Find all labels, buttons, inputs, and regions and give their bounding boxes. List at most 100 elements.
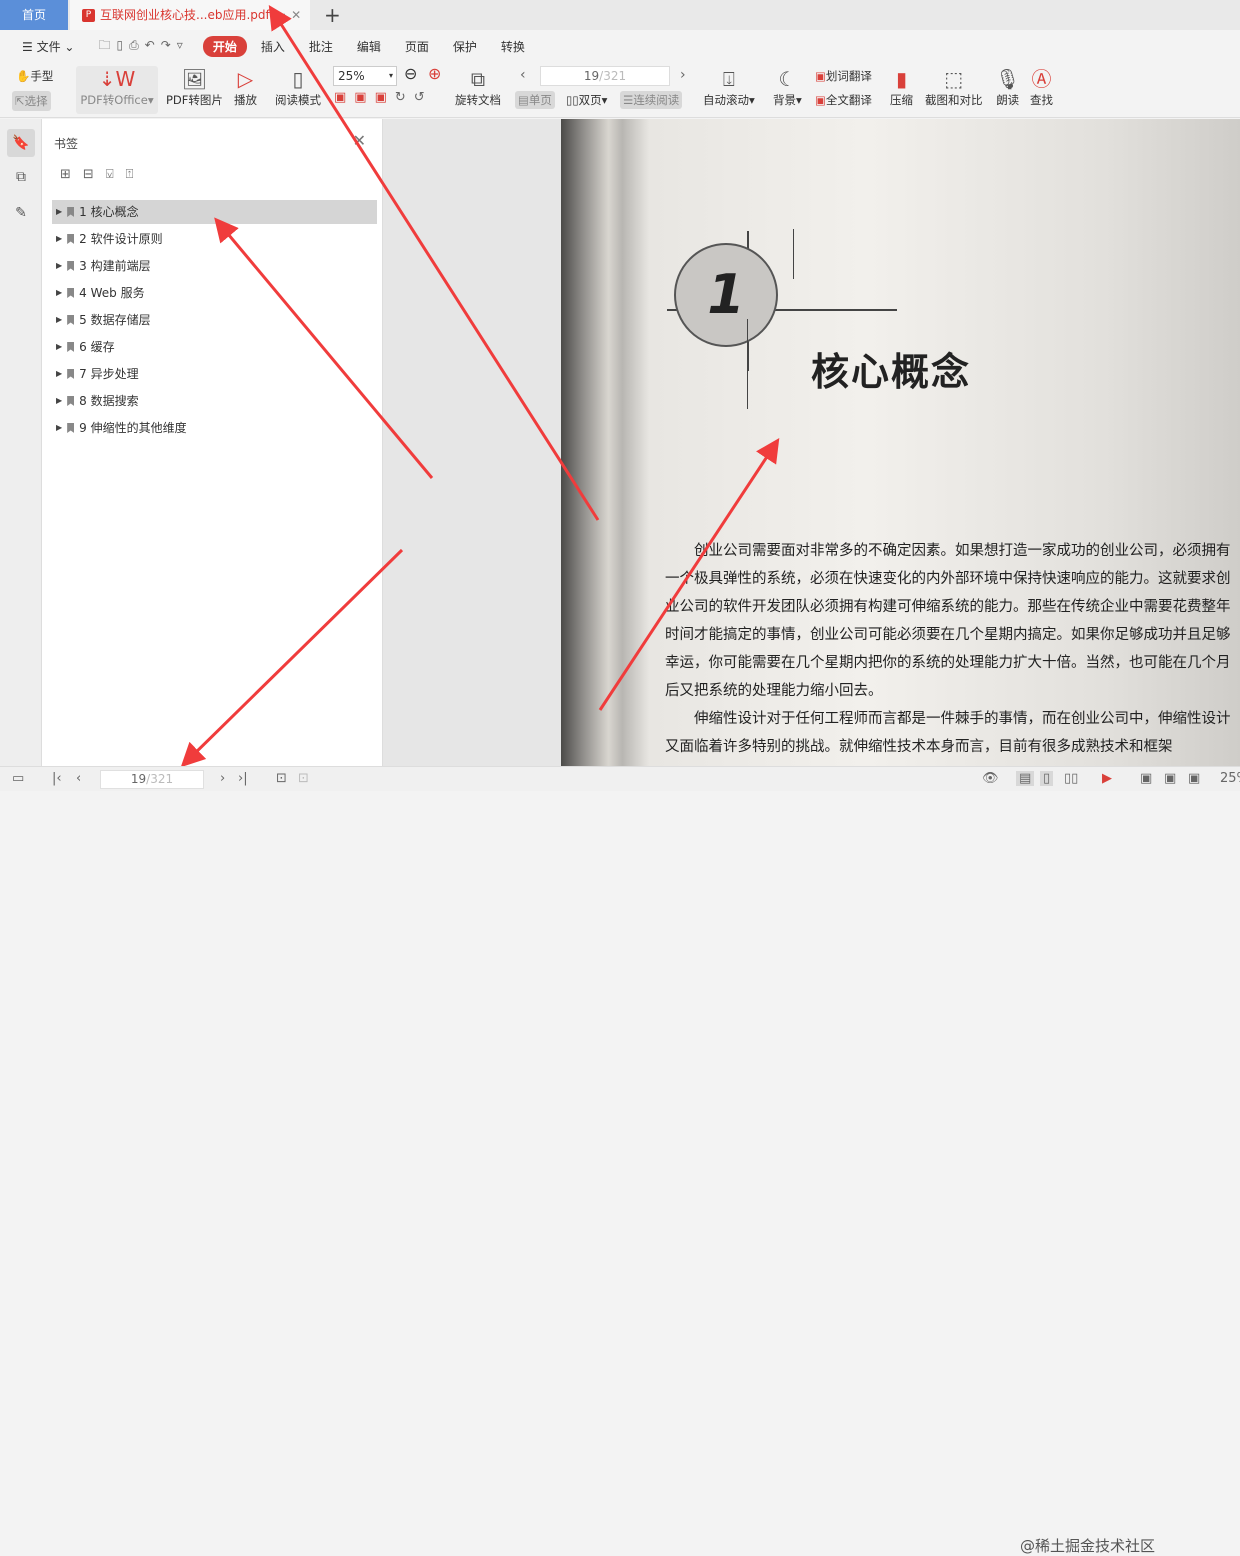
continuous-mode-icon[interactable]: ▤ bbox=[1016, 771, 1035, 786]
new-tab-button[interactable]: + bbox=[324, 3, 341, 27]
first-page-icon[interactable]: |‹ bbox=[52, 771, 62, 786]
continuous-read-button[interactable]: ☰连续阅读 bbox=[620, 91, 683, 109]
expand-icon[interactable]: ▶ bbox=[56, 254, 62, 278]
bookmark-icon bbox=[67, 288, 75, 298]
left-rail: 🔖 ⧉ ✎ bbox=[0, 119, 42, 766]
next-page-icon[interactable]: › bbox=[220, 771, 225, 786]
zoom-level[interactable]: 25% bbox=[1220, 771, 1240, 786]
expand-icon[interactable]: ▶ bbox=[56, 308, 62, 332]
bookmark-item[interactable]: ▶ 7 异步处理 bbox=[52, 362, 377, 386]
bookmark-item[interactable]: ▶ 9 伸缩性的其他维度 bbox=[52, 416, 377, 440]
menu-start[interactable]: 开始 bbox=[202, 35, 247, 57]
text-line: 业公司的软件开发团队必须拥有构建可伸缩系统的能力。那些在传统企业中需要花费整年 bbox=[665, 599, 1231, 615]
bookmark-icon bbox=[67, 207, 75, 217]
bookmark-item[interactable]: ▶ 1 核心概念 bbox=[52, 200, 377, 224]
back-icon[interactable]: ⊡ bbox=[276, 771, 287, 786]
bookmark-icon bbox=[67, 423, 75, 433]
word-icon: ⇣W bbox=[98, 67, 136, 91]
double-mode-icon[interactable]: ▯▯ bbox=[1064, 771, 1078, 786]
eye-protect-icon[interactable]: 👁 bbox=[982, 771, 999, 786]
screenshot-compare-button[interactable]: ⬚ 截图和对比 bbox=[925, 66, 983, 108]
rotate-document-button[interactable]: ⧉ 旋转文档 bbox=[455, 66, 501, 108]
tab-document[interactable]: P 互联网创业核心技...eb应用.pdf ▭ ✕ bbox=[70, 0, 310, 30]
last-page-icon[interactable]: ›| bbox=[238, 771, 248, 786]
menu-convert[interactable]: 转换 bbox=[491, 38, 535, 55]
full-translate-button[interactable]: ▣全文翻译 bbox=[815, 92, 872, 108]
panel-title: 书签 bbox=[54, 137, 79, 151]
bookmark-label: 8 数据搜索 bbox=[79, 394, 139, 408]
fit-page-icon[interactable]: ▣ bbox=[1164, 771, 1176, 786]
find-button[interactable]: Ⓐ 查找 bbox=[1030, 66, 1053, 108]
compress-button[interactable]: ▮ 压缩 bbox=[890, 66, 913, 108]
status-page-input[interactable]: 19/321 bbox=[100, 770, 204, 789]
zoom-in-icon[interactable]: ⊕ bbox=[428, 64, 441, 83]
text-line: 幸运，你可能需要在几个星期内把你的系统的处理能力扩大十倍。当然，也可能在几个月 bbox=[665, 655, 1231, 671]
bookmark-item[interactable]: ▶ 4 Web 服务 bbox=[52, 281, 377, 305]
expand-icon[interactable]: ▶ bbox=[56, 227, 62, 251]
fit-width-icon[interactable]: ▣ bbox=[1140, 771, 1152, 786]
menu-insert[interactable]: 插入 bbox=[251, 38, 295, 55]
add-bookmark-icon[interactable]: ⊞ bbox=[60, 167, 71, 182]
sidebar-toggle-icon[interactable]: ▭ bbox=[12, 771, 24, 786]
menu-page[interactable]: 页面 bbox=[395, 38, 439, 55]
bookmark-label: 5 数据存储层 bbox=[79, 313, 151, 327]
menu-protect[interactable]: 保护 bbox=[443, 38, 487, 55]
bookmark-add-icon[interactable]: ⍌ bbox=[106, 167, 114, 182]
single-mode-icon[interactable]: ▯ bbox=[1040, 771, 1054, 786]
zoom-out-icon[interactable]: ⊖ bbox=[404, 64, 417, 83]
page-number-input[interactable]: 19/321 bbox=[540, 66, 670, 86]
forward-icon[interactable]: ⊡ bbox=[298, 771, 309, 786]
bookmark-item[interactable]: ▶ 2 软件设计原则 bbox=[52, 227, 377, 251]
play-icon[interactable]: ▶ bbox=[1102, 771, 1112, 786]
quick-access-icons[interactable]: 🗀▯⎙↶↷▿ bbox=[88, 36, 198, 57]
single-page-button[interactable]: ▤单页 bbox=[515, 91, 555, 109]
bookmark-item[interactable]: ▶ 3 构建前端层 bbox=[52, 254, 377, 278]
pdf-to-office-button[interactable]: ⇣W PDF转Office▾ bbox=[76, 66, 158, 114]
expand-icon[interactable]: ▶ bbox=[56, 200, 62, 224]
double-page-button[interactable]: ▯▯双页▾ bbox=[566, 92, 607, 108]
bookmark-label: 1 核心概念 bbox=[79, 205, 139, 219]
file-menu[interactable]: ☰ 文件 ⌄ bbox=[12, 38, 84, 55]
bookmark-icon[interactable]: ⍐ bbox=[126, 167, 134, 182]
prev-page-icon[interactable]: ‹ bbox=[76, 771, 81, 786]
thumbnail-panel-icon[interactable]: ⧉ bbox=[7, 163, 35, 191]
annotation-panel-icon[interactable]: ✎ bbox=[7, 199, 35, 227]
pdf-to-image-button[interactable]: 🖼 PDF转图片 bbox=[166, 66, 223, 108]
word-translate-button[interactable]: ▣划词翻译 bbox=[815, 68, 872, 84]
fit-rotate-icons[interactable]: ▣▣▣↻↺ bbox=[334, 90, 433, 105]
bookmark-icon bbox=[67, 369, 75, 379]
bookmark-toolbar: ⊞ ⊟ ⍌ ⍐ bbox=[60, 167, 133, 182]
actual-size-icon[interactable]: ▣ bbox=[1188, 771, 1200, 786]
close-tab-icon[interactable]: ✕ bbox=[291, 0, 301, 30]
next-page-icon[interactable]: › bbox=[680, 67, 686, 83]
play-button[interactable]: ▷ 播放 bbox=[234, 66, 257, 108]
bookmark-label: 9 伸缩性的其他维度 bbox=[79, 421, 187, 435]
menu-annotate[interactable]: 批注 bbox=[299, 38, 343, 55]
chapter-number: 1 bbox=[674, 243, 778, 347]
moon-icon: ☾ bbox=[778, 67, 797, 91]
bookmark-panel-icon[interactable]: 🔖 bbox=[7, 129, 35, 157]
expand-icon[interactable]: ▶ bbox=[56, 362, 62, 386]
bookmark-item[interactable]: ▶ 6 缓存 bbox=[52, 335, 377, 359]
text-line: 又面临着许多特别的挑战。就伸缩性技术本身而言，目前有很多成熟技术和框架 bbox=[665, 739, 1173, 755]
add-sub-bookmark-icon[interactable]: ⊟ bbox=[83, 167, 94, 182]
prev-page-icon[interactable]: ‹ bbox=[520, 67, 526, 83]
bookmark-item[interactable]: ▶ 8 数据搜索 bbox=[52, 389, 377, 413]
play-icon: ▷ bbox=[237, 67, 254, 91]
tab-home[interactable]: 首页 bbox=[0, 0, 68, 30]
read-mode-button[interactable]: ▯ 阅读模式 bbox=[272, 66, 324, 108]
hand-tool[interactable]: ✋手型 bbox=[16, 68, 53, 84]
bookmark-item[interactable]: ▶ 5 数据存储层 bbox=[52, 308, 377, 332]
select-tool[interactable]: ⇱选择 bbox=[12, 91, 51, 111]
background-button[interactable]: ☾ 背景▾ bbox=[773, 66, 802, 108]
menu-edit[interactable]: 编辑 bbox=[347, 38, 391, 55]
zoom-select[interactable]: 25% ▾ bbox=[333, 66, 397, 86]
expand-icon[interactable]: ▶ bbox=[56, 416, 62, 440]
expand-icon[interactable]: ▶ bbox=[56, 281, 62, 305]
read-aloud-button[interactable]: 🎙 朗读 bbox=[995, 66, 1020, 108]
expand-icon[interactable]: ▶ bbox=[56, 389, 62, 413]
auto-scroll-button[interactable]: ⍗ 自动滚动▾ bbox=[703, 66, 755, 108]
close-panel-icon[interactable]: ✕ bbox=[353, 131, 366, 150]
expand-icon[interactable]: ▶ bbox=[56, 335, 62, 359]
pin-icon[interactable]: ▭ bbox=[275, 0, 286, 30]
